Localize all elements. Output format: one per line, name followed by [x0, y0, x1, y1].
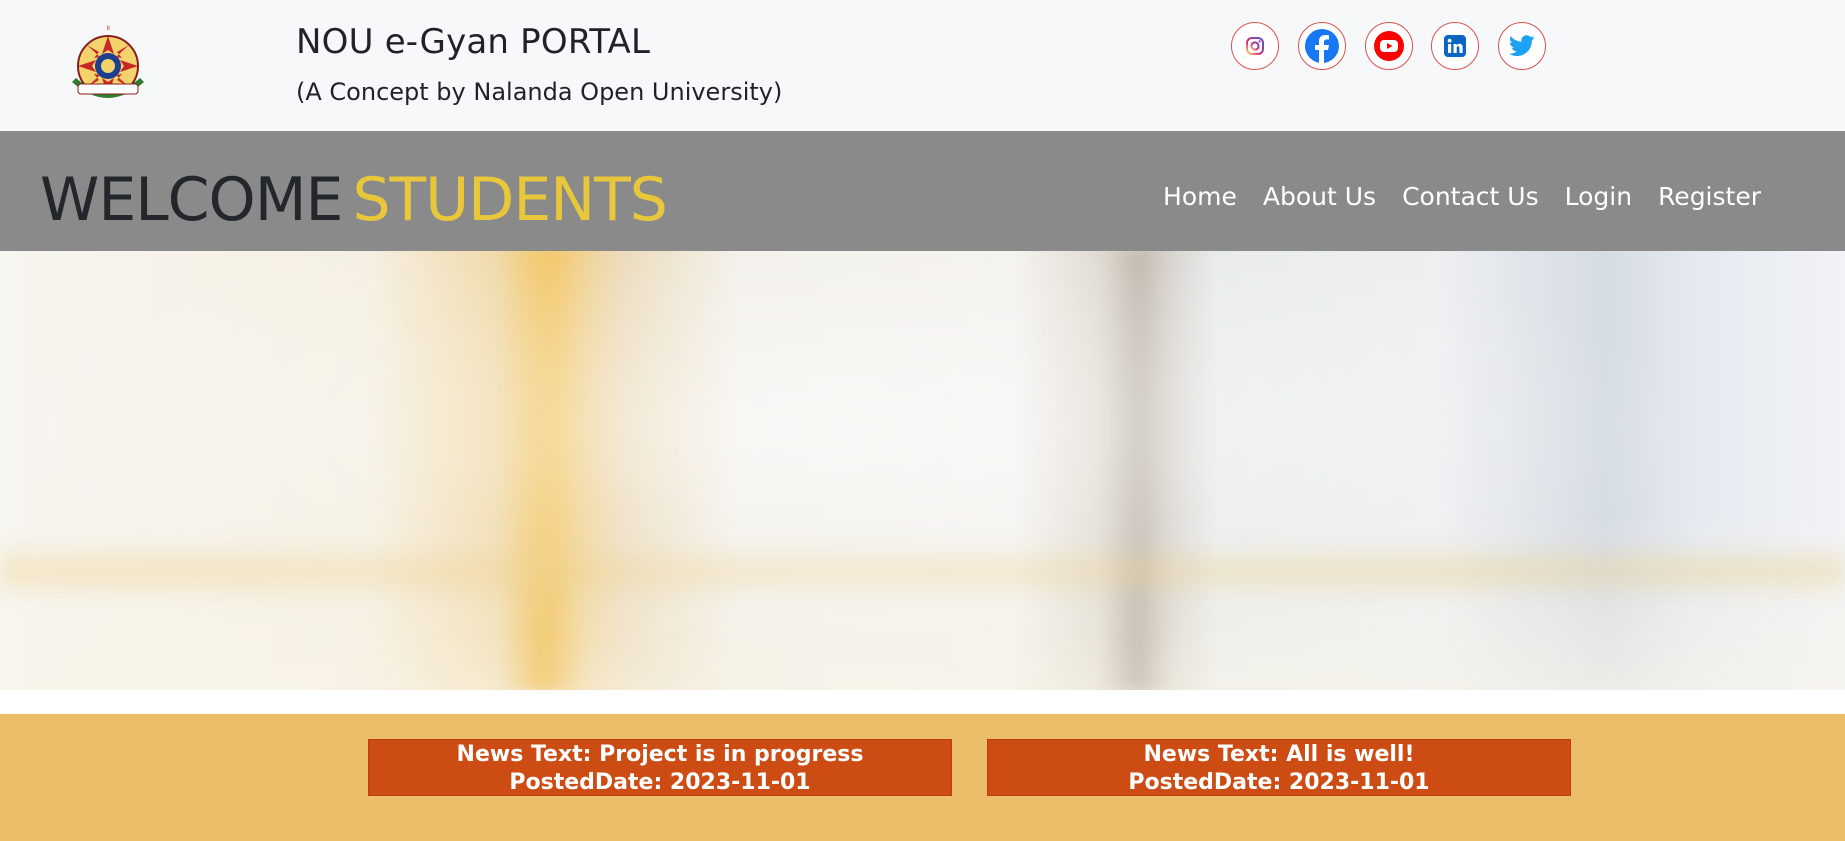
news-text: News Text: All is well!	[1143, 742, 1415, 767]
welcome-word: WELCOME	[40, 165, 343, 235]
facebook-link[interactable]	[1298, 22, 1346, 70]
navbar: WELCOME STUDENTS Home About Us Contact Us…	[0, 131, 1845, 251]
news-card[interactable]: News Text: Project is in progress Posted…	[368, 739, 952, 796]
top-header: ॥ NOU e-Gyan PORTAL (A Concept by Naland…	[0, 0, 1845, 131]
students-word: STUDENTS	[352, 165, 667, 235]
news-posted-date: PostedDate: 2023-11-01	[509, 770, 811, 795]
nav-links: Home About Us Contact Us Login Register	[1163, 182, 1761, 211]
university-seal-icon: ॥	[72, 24, 144, 98]
linkedin-link[interactable]	[1431, 22, 1479, 70]
news-text: News Text: Project is in progress	[456, 742, 864, 767]
twitter-icon	[1509, 35, 1535, 56]
news-section: News Text: Project is in progress Posted…	[0, 714, 1845, 841]
news-posted-date: PostedDate: 2023-11-01	[1128, 770, 1430, 795]
instagram-link[interactable]	[1231, 22, 1279, 70]
nav-about-us[interactable]: About Us	[1263, 182, 1376, 211]
facebook-icon	[1305, 29, 1339, 63]
youtube-icon	[1374, 31, 1404, 61]
svg-text:॥: ॥	[106, 24, 110, 32]
news-card[interactable]: News Text: All is well! PostedDate: 2023…	[987, 739, 1571, 796]
university-logo[interactable]: ॥	[64, 22, 152, 106]
nav-home[interactable]: Home	[1163, 182, 1237, 211]
twitter-link[interactable]	[1498, 22, 1546, 70]
instagram-icon	[1246, 37, 1264, 55]
youtube-link[interactable]	[1365, 22, 1413, 70]
welcome-heading: WELCOME STUDENTS	[40, 165, 668, 235]
nav-contact-us[interactable]: Contact Us	[1402, 182, 1539, 211]
hero-banner-image	[0, 251, 1845, 690]
linkedin-icon	[1444, 35, 1466, 57]
site-title: NOU e-Gyan PORTAL	[296, 22, 651, 62]
site-subtitle: (A Concept by Nalanda Open University)	[296, 78, 783, 106]
nav-register[interactable]: Register	[1658, 182, 1761, 211]
nav-login[interactable]: Login	[1565, 182, 1632, 211]
